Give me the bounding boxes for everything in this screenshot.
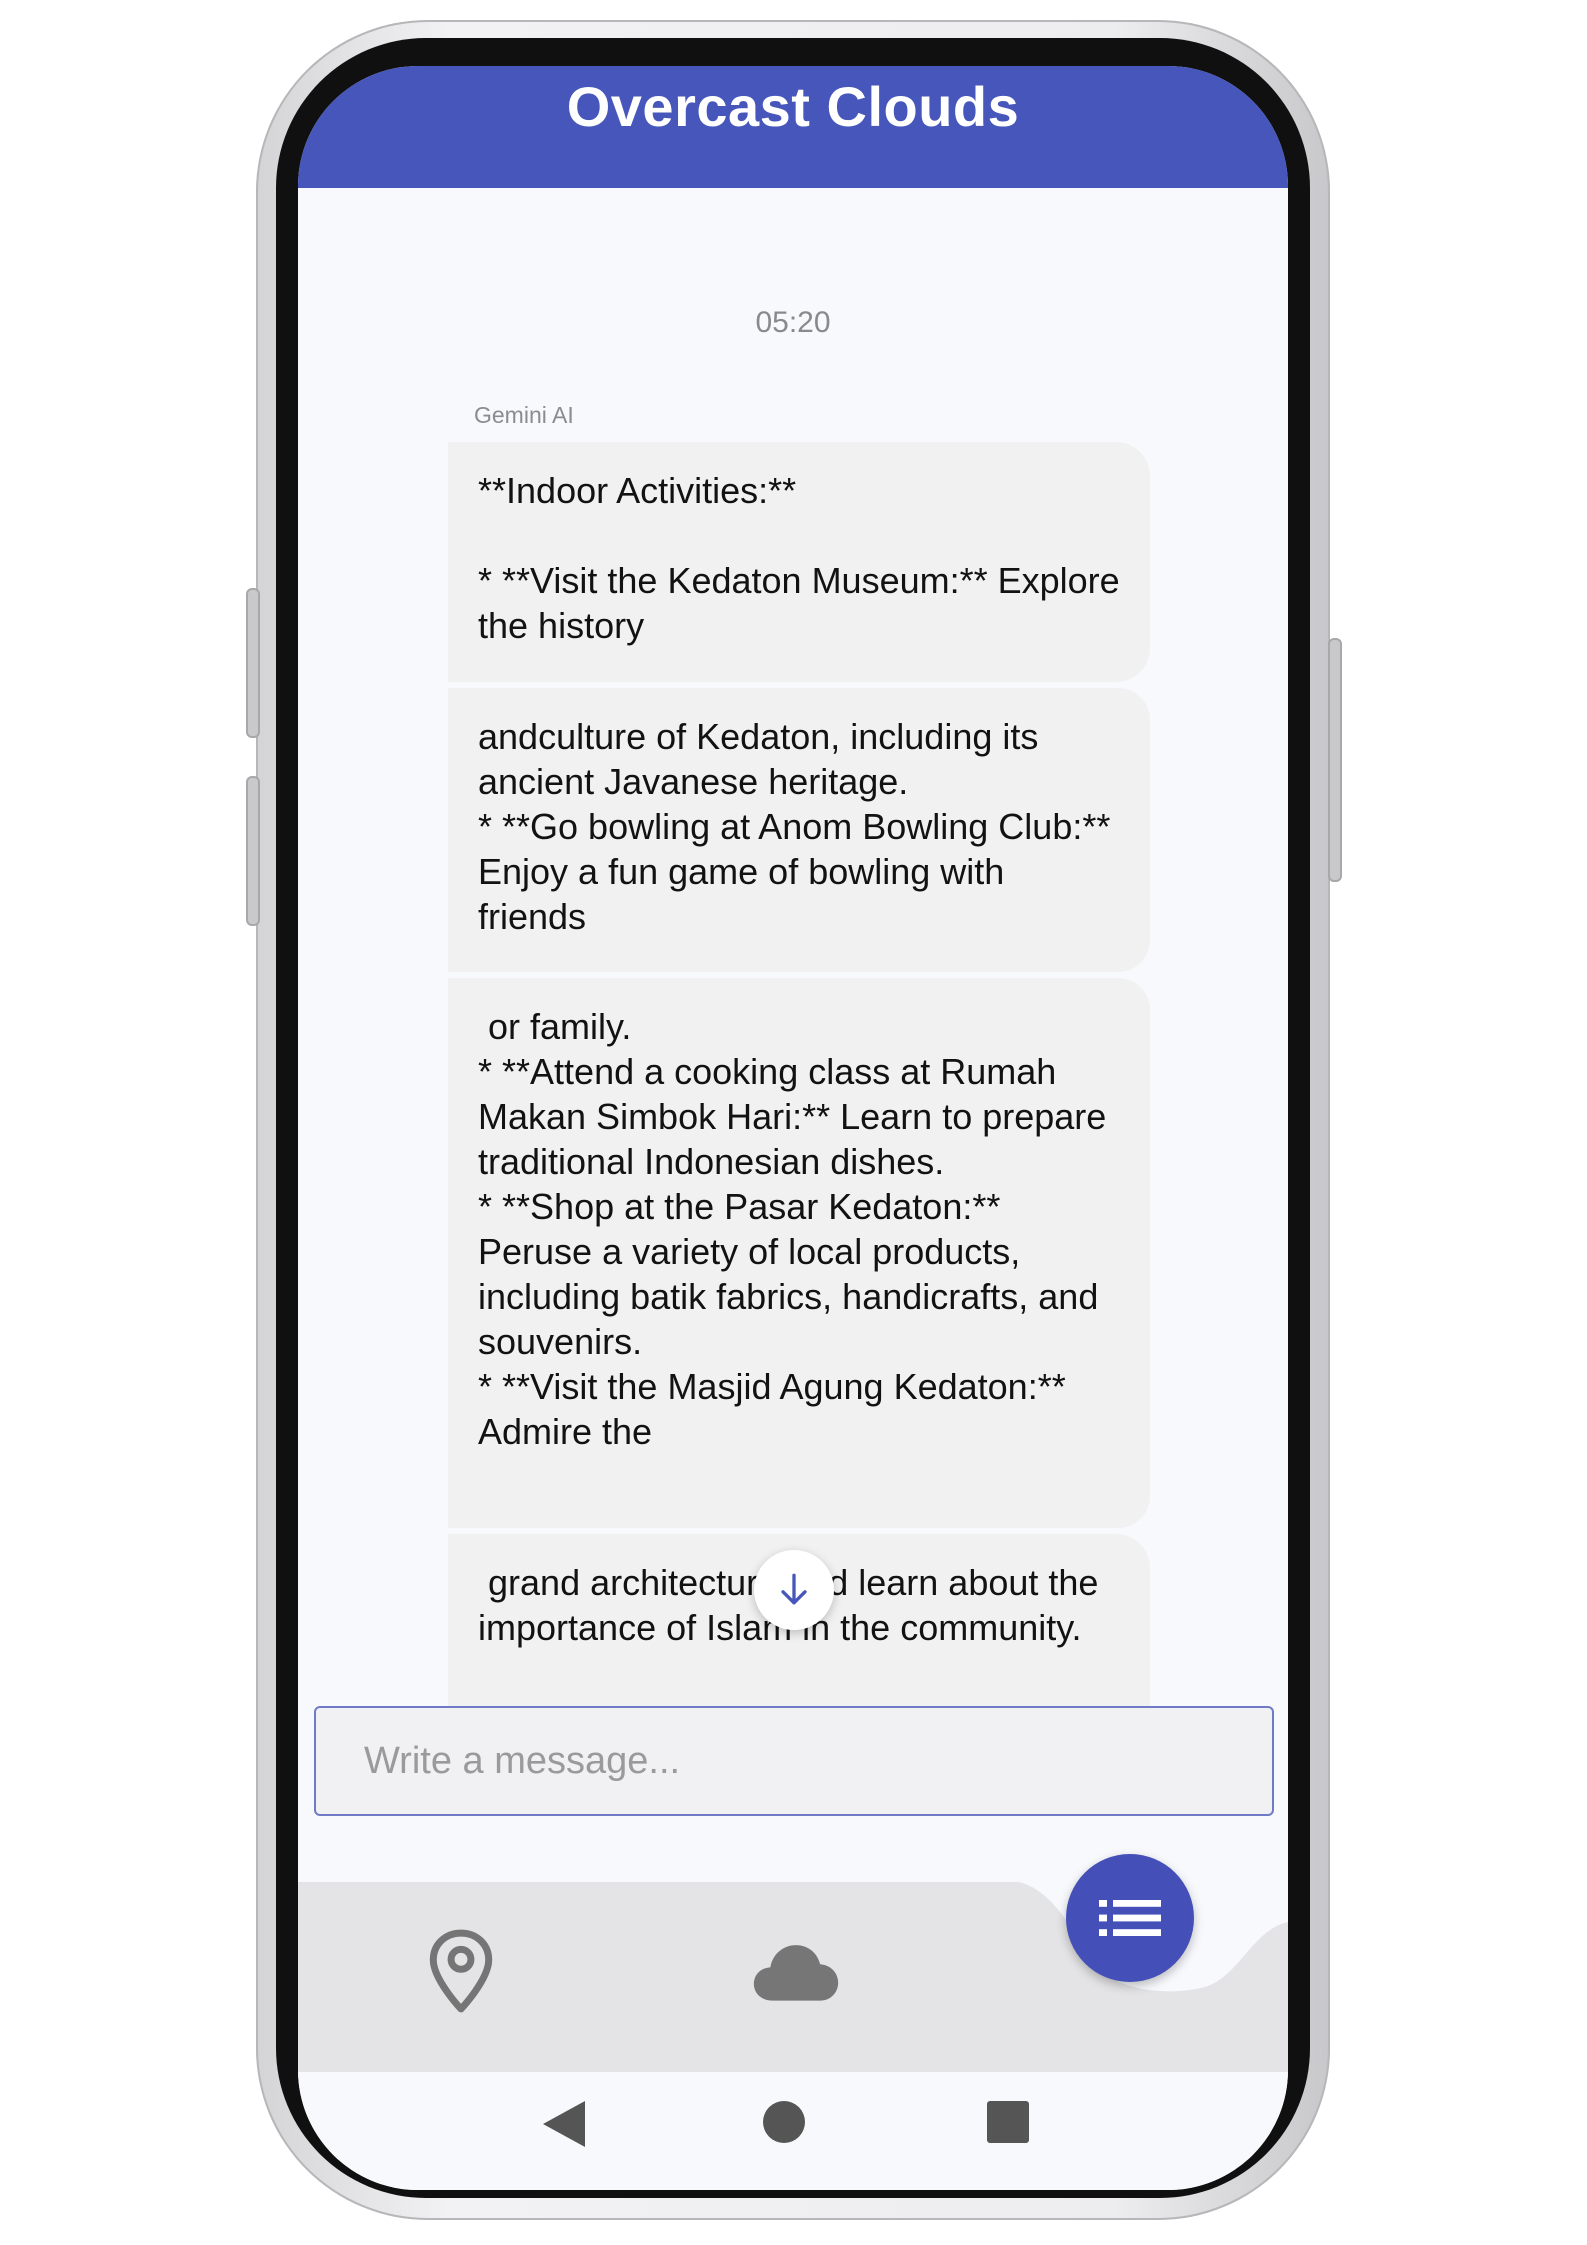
list-fab-button[interactable] — [1066, 1854, 1194, 1982]
chat-area[interactable]: 05:20 Gemini AI **Indoor Activities:** *… — [298, 188, 1288, 1718]
nav-location-button[interactable] — [416, 1916, 506, 2026]
sender-name: Gemini AI — [474, 402, 574, 428]
arrow-down-icon — [781, 1573, 807, 1605]
recents-square-icon — [987, 2101, 1029, 2143]
cloud-icon — [753, 1945, 839, 2001]
volume-up-button — [246, 588, 260, 738]
power-button — [1328, 638, 1342, 882]
phone-screen: Overcast Clouds 05:20 Gemini AI **Indoor… — [298, 66, 1288, 2190]
message-input[interactable] — [316, 1708, 1272, 1814]
system-navigation-bar — [298, 2072, 1288, 2190]
scroll-to-bottom-button[interactable] — [754, 1550, 834, 1630]
system-home-button[interactable] — [754, 2092, 814, 2152]
volume-down-button — [246, 776, 260, 926]
nav-weather-button[interactable] — [746, 1920, 846, 2020]
message-input-container — [314, 1706, 1274, 1816]
home-circle-icon — [763, 2101, 805, 2143]
system-back-button[interactable] — [534, 2094, 594, 2154]
back-triangle-icon — [543, 2101, 585, 2147]
message-bubble: or family. * **Attend a cooking class at… — [448, 978, 1150, 1528]
message-bubble: **Indoor Activities:** * **Visit the Ked… — [448, 442, 1150, 682]
message-bubble: andculture of Kedaton, including its anc… — [448, 688, 1150, 972]
app-title: Overcast Clouds — [566, 75, 1020, 138]
location-pin-icon — [429, 1929, 493, 2013]
message-timestamp: 05:20 — [755, 306, 831, 339]
system-recents-button[interactable] — [978, 2092, 1038, 2152]
list-icon — [1099, 1900, 1161, 1936]
app-bar: Overcast Clouds — [298, 66, 1288, 188]
